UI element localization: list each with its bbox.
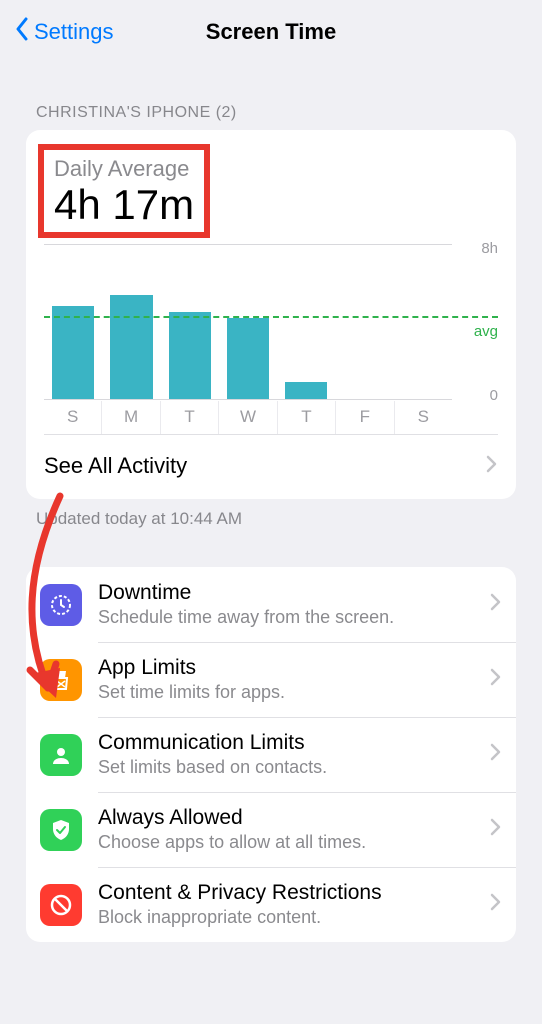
- section-header: CHRISTINA'S IPHONE (2): [26, 104, 516, 122]
- see-all-activity-row[interactable]: See All Activity: [26, 435, 516, 499]
- row-subtitle: Choose apps to allow at all times.: [98, 832, 490, 853]
- row-subtitle: Block inappropriate content.: [98, 907, 490, 928]
- y-tick-max: 8h: [481, 240, 498, 257]
- avg-line: [44, 316, 498, 318]
- row-subtitle: Set limits based on contacts.: [98, 757, 490, 778]
- chart-bar: [227, 318, 269, 399]
- row-title: Always Allowed: [98, 806, 490, 830]
- settings-list: DowntimeSchedule time away from the scre…: [26, 567, 516, 942]
- row-subtitle: Schedule time away from the screen.: [98, 607, 490, 628]
- row-downtime[interactable]: DowntimeSchedule time away from the scre…: [26, 567, 516, 642]
- chevron-left-icon: [14, 17, 30, 47]
- usage-card: Daily Average 4h 17m 8h 0 avg SMTWTFS Se…: [26, 130, 516, 499]
- back-label: Settings: [34, 19, 114, 45]
- x-tick: T: [161, 401, 219, 434]
- chevron-right-icon: [490, 593, 502, 616]
- app-limits-icon: [40, 659, 82, 701]
- row-comm-limits[interactable]: Communication LimitsSet limits based on …: [26, 717, 516, 792]
- daily-average-label: Daily Average: [54, 156, 194, 182]
- avg-line-label: avg: [474, 323, 498, 340]
- x-tick: W: [219, 401, 277, 434]
- daily-average-value: 4h 17m: [54, 182, 194, 232]
- chevron-right-icon: [490, 893, 502, 916]
- chart-bar: [110, 295, 152, 400]
- row-subtitle: Set time limits for apps.: [98, 682, 490, 703]
- back-button[interactable]: Settings: [14, 17, 114, 47]
- row-app-limits[interactable]: App LimitsSet time limits for apps.: [26, 642, 516, 717]
- see-all-label: See All Activity: [44, 453, 187, 479]
- downtime-icon: [40, 584, 82, 626]
- chevron-right-icon: [490, 743, 502, 766]
- x-tick: S: [395, 401, 452, 434]
- row-title: Content & Privacy Restrictions: [98, 881, 490, 905]
- chart-bar: [285, 382, 327, 399]
- always-allowed-icon: [40, 809, 82, 851]
- nav-bar: Settings Screen Time: [0, 0, 542, 64]
- content-privacy-icon: [40, 884, 82, 926]
- x-tick: F: [336, 401, 394, 434]
- row-content-privacy[interactable]: Content & Privacy RestrictionsBlock inap…: [26, 867, 516, 942]
- chart-bar: [169, 312, 211, 399]
- chevron-right-icon: [486, 453, 498, 479]
- chart-bar: [52, 306, 94, 399]
- row-title: Communication Limits: [98, 731, 490, 755]
- chart-plot: [44, 244, 452, 400]
- y-tick-zero: 0: [490, 387, 498, 404]
- comm-limits-icon: [40, 734, 82, 776]
- updated-text: Updated today at 10:44 AM: [36, 509, 516, 529]
- row-always-allowed[interactable]: Always AllowedChoose apps to allow at al…: [26, 792, 516, 867]
- x-tick: M: [102, 401, 160, 434]
- row-title: App Limits: [98, 656, 490, 680]
- chevron-right-icon: [490, 818, 502, 841]
- chevron-right-icon: [490, 668, 502, 691]
- usage-chart: 8h 0 avg SMTWTFS: [44, 244, 498, 434]
- daily-average-highlight: Daily Average 4h 17m: [38, 144, 210, 238]
- x-tick: S: [44, 401, 102, 434]
- x-tick: T: [278, 401, 336, 434]
- row-title: Downtime: [98, 581, 490, 605]
